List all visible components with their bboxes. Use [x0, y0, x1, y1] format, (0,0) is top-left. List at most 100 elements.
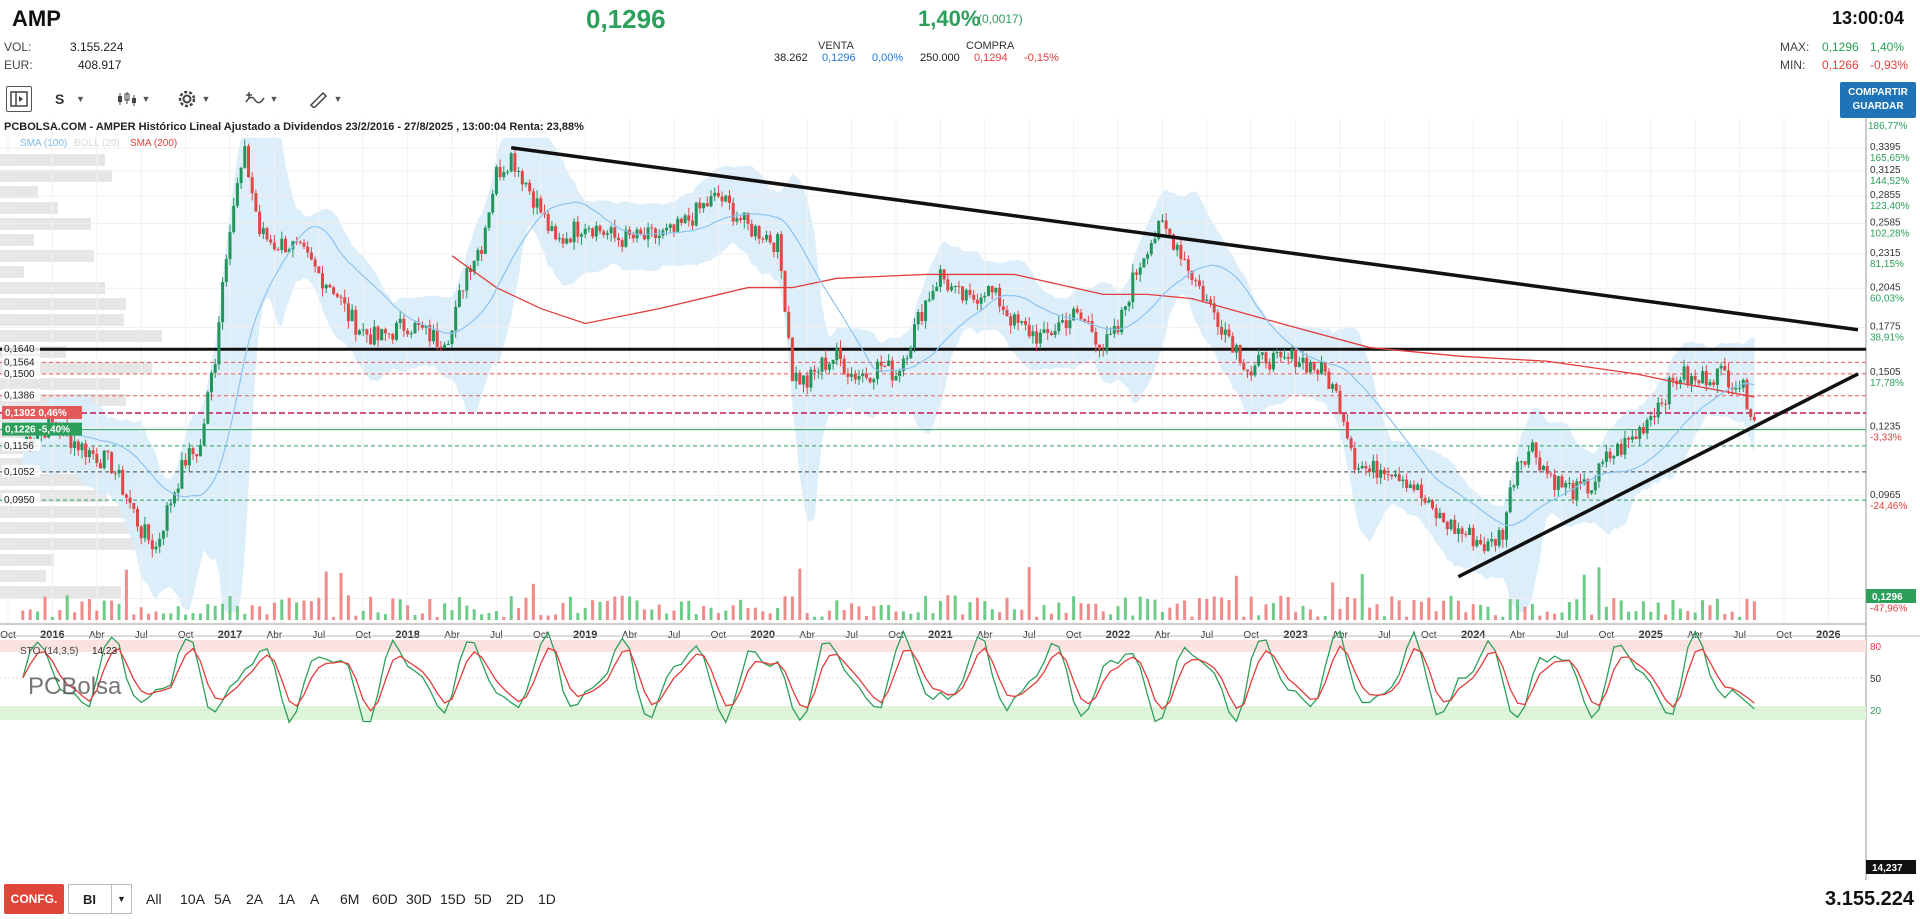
- candle-body: [728, 195, 731, 203]
- volume-bar: [716, 612, 720, 620]
- candle-body: [1020, 321, 1024, 323]
- candle-body: [1382, 469, 1386, 475]
- config-button[interactable]: CONFG.: [4, 884, 64, 914]
- candle-body: [261, 228, 265, 235]
- candle-body: [1183, 259, 1187, 261]
- range-1a[interactable]: 1A: [278, 886, 295, 912]
- volume-bar: [1708, 605, 1712, 620]
- candles-button[interactable]: ▼: [110, 86, 156, 112]
- candle-body: [1297, 362, 1301, 367]
- candle-body: [1038, 332, 1042, 344]
- candle-body: [391, 333, 395, 340]
- settings-button[interactable]: ▼: [170, 86, 216, 112]
- candle-body: [1308, 361, 1312, 373]
- volume-bar: [198, 613, 202, 620]
- volume-bar: [576, 612, 580, 620]
- x-tick-label: 2021: [928, 629, 952, 641]
- volume-bar: [1027, 567, 1031, 620]
- volume-bar: [435, 616, 439, 620]
- volume-bar: [1190, 616, 1194, 620]
- range-1d[interactable]: 1D: [538, 886, 556, 912]
- candle-body: [1723, 365, 1727, 371]
- candle-body: [1401, 479, 1405, 482]
- volume-bar: [480, 614, 484, 620]
- interval-select[interactable]: BI ▼: [68, 884, 132, 914]
- venta-header: VENTA: [818, 40, 854, 52]
- candle-body: [187, 448, 191, 466]
- range-2d[interactable]: 2D: [506, 886, 524, 912]
- price-chart[interactable]: 0,3395165,65%0,3125144,52% 0,2855123,40% 0…: [0, 118, 1920, 880]
- range-5d[interactable]: 5D: [474, 886, 492, 912]
- indicators-button[interactable]: ▼: [238, 86, 284, 112]
- volume-bar: [1419, 601, 1423, 620]
- volume-bar: [80, 601, 84, 620]
- candle-body: [1656, 402, 1660, 418]
- x-tick-label: 2025: [1639, 629, 1663, 641]
- candle-body: [1408, 484, 1412, 489]
- y-tick-price: 0,1235: [1870, 422, 1901, 433]
- range-15d[interactable]: 15D: [440, 886, 466, 912]
- volume-bar: [1360, 573, 1364, 620]
- range-a[interactable]: A: [310, 886, 319, 912]
- share-save-button[interactable]: COMPARTIR GUARDAR: [1840, 82, 1916, 118]
- volume-bar: [835, 600, 839, 620]
- candle-body: [136, 508, 139, 527]
- range-10a[interactable]: 10A: [180, 886, 205, 912]
- candle-body: [776, 234, 780, 252]
- candle-body: [665, 227, 669, 231]
- volume-bar: [1064, 612, 1068, 620]
- candle-body: [879, 361, 883, 366]
- range-5a[interactable]: 5A: [214, 886, 231, 912]
- range-all[interactable]: All: [146, 886, 162, 912]
- candle-body: [650, 227, 654, 229]
- candle-body: [73, 441, 77, 448]
- candle-body: [235, 183, 239, 206]
- candle-body: [702, 203, 706, 209]
- range-30d[interactable]: 30D: [406, 886, 432, 912]
- range-6m[interactable]: 6M: [340, 886, 359, 912]
- volume-bar: [1345, 597, 1349, 620]
- candle-body: [853, 374, 857, 380]
- series-type-button[interactable]: S ▼: [50, 86, 90, 112]
- range-60d[interactable]: 60D: [372, 886, 398, 912]
- volume-bar: [147, 613, 151, 620]
- candle-body: [1641, 426, 1645, 434]
- candle-body: [321, 273, 324, 289]
- candle-body: [1567, 482, 1571, 484]
- candle-body: [483, 227, 487, 254]
- volume-bar: [561, 602, 565, 620]
- volume-bar: [376, 612, 380, 620]
- volume-bar: [613, 596, 617, 620]
- range-2a[interactable]: 2A: [246, 886, 263, 912]
- candle-body: [1364, 466, 1368, 469]
- candle-body: [946, 279, 950, 291]
- candle-body: [180, 459, 184, 489]
- y-tick-pct: 123,40%: [1870, 201, 1910, 212]
- drawing-button[interactable]: ▼: [302, 86, 348, 112]
- volume-bar: [1634, 611, 1638, 620]
- volume-bar: [813, 616, 817, 620]
- volume-bar: [235, 605, 239, 620]
- candle-body: [1386, 474, 1390, 476]
- candle-body: [1005, 310, 1009, 317]
- candle-body: [1098, 344, 1101, 350]
- volume-bar: [1012, 609, 1016, 620]
- volume-bar: [1331, 582, 1335, 620]
- y-tick-price: 0,3395: [1870, 142, 1901, 153]
- volume-bar: [457, 597, 461, 620]
- candle-body: [1249, 371, 1253, 376]
- candle-body: [1752, 416, 1756, 421]
- candle-body: [439, 346, 443, 348]
- volume-bar: [901, 611, 905, 620]
- volume-bar: [1405, 616, 1409, 620]
- sidebar-toggle-button[interactable]: [6, 86, 32, 112]
- y-tick-price: 0,1775: [1870, 321, 1901, 332]
- candle-body: [1327, 371, 1331, 389]
- volume-bar: [295, 602, 299, 620]
- candle-body: [768, 234, 772, 243]
- candle-body: [927, 299, 931, 301]
- volume-bar: [679, 601, 683, 620]
- volume-bar: [790, 596, 794, 620]
- volume-bar: [1715, 598, 1719, 620]
- volume-bar: [487, 613, 491, 620]
